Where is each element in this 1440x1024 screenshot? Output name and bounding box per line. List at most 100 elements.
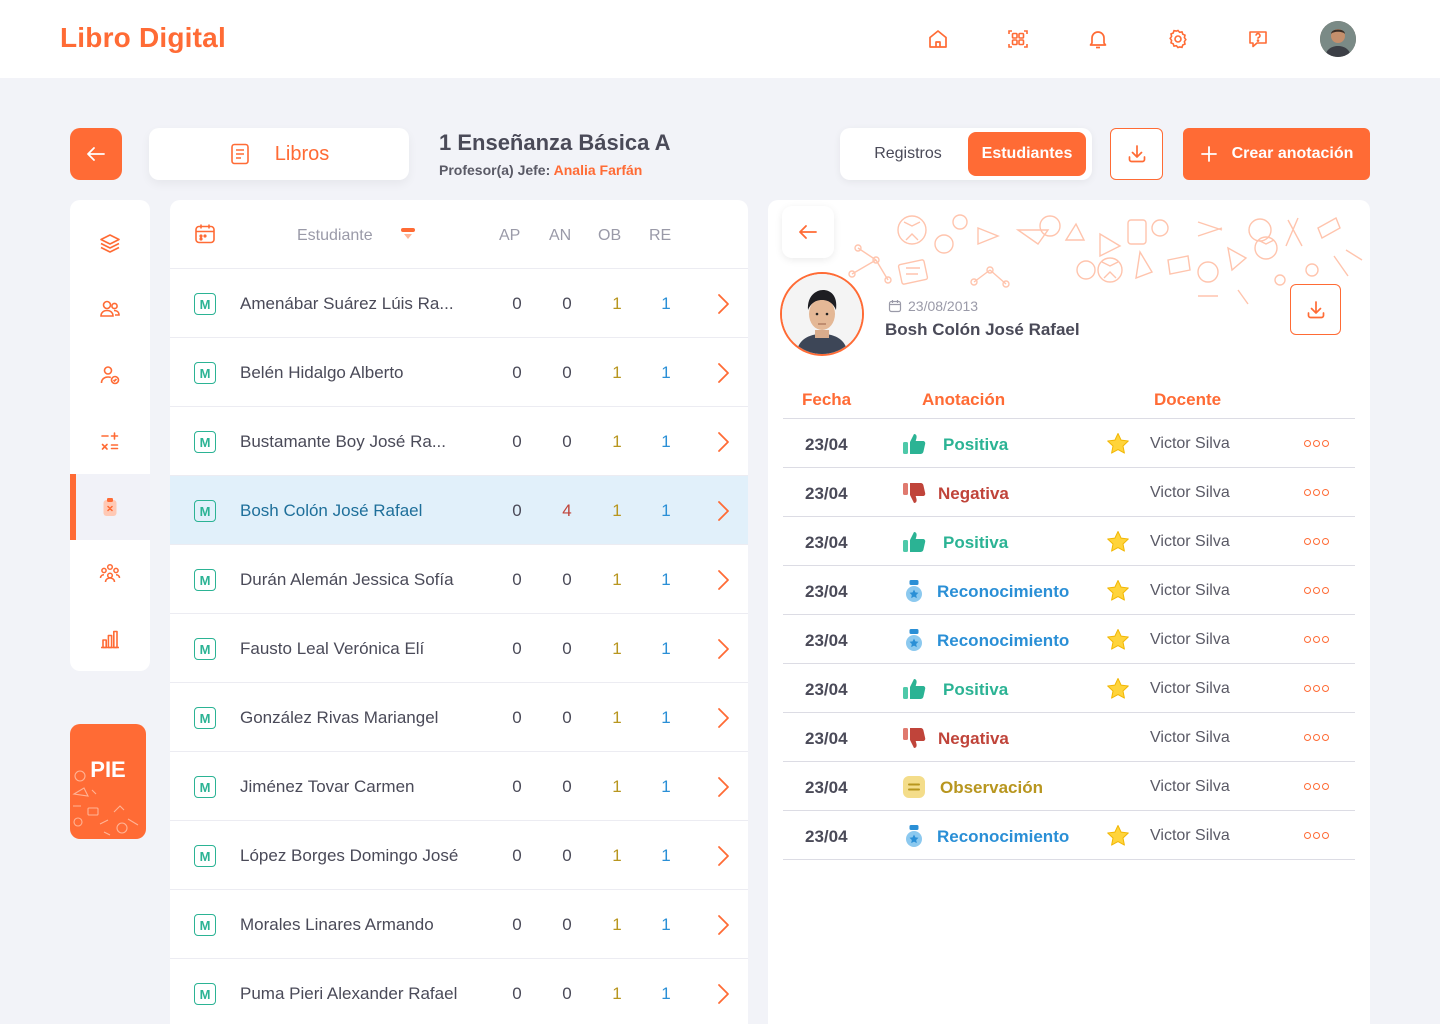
- more-options-icon[interactable]: [1304, 584, 1330, 596]
- annotation-date: 23/04: [805, 582, 848, 601]
- brand-logo[interactable]: Libro Digital: [60, 22, 226, 54]
- chevron-right-icon[interactable]: [716, 707, 730, 734]
- birth-date: 23/08/2013: [888, 298, 978, 314]
- birth-date-value: 23/08/2013: [908, 298, 979, 314]
- chevron-right-icon[interactable]: [716, 362, 730, 389]
- chevron-right-icon[interactable]: [716, 638, 730, 665]
- star-icon[interactable]: [1105, 529, 1131, 560]
- sort-icon[interactable]: [400, 226, 416, 247]
- chevron-right-icon[interactable]: [716, 431, 730, 458]
- star-icon[interactable]: [1105, 676, 1131, 707]
- sidebar-item-calculator[interactable]: [70, 408, 150, 474]
- more-options-icon[interactable]: [1304, 486, 1330, 498]
- chevron-right-icon[interactable]: [716, 500, 730, 527]
- count-ap: 0: [512, 639, 522, 658]
- column-teacher: Docente: [1154, 390, 1222, 409]
- pie-card[interactable]: PIE: [70, 724, 146, 839]
- tab-estudiantes[interactable]: Estudiantes: [968, 132, 1086, 176]
- head-teacher-name: Analia Farfán: [553, 162, 643, 178]
- qr-scan-icon[interactable]: [1003, 24, 1033, 54]
- student-row[interactable]: M Amenábar Suárez Lúis Ra... 0 0 1 1: [170, 269, 748, 338]
- more-options-icon[interactable]: [1304, 731, 1330, 743]
- star-icon[interactable]: [1105, 431, 1131, 462]
- sidebar: [70, 200, 150, 671]
- count-re: 1: [661, 639, 671, 658]
- student-row[interactable]: M Jiménez Tovar Carmen 0 0 1 1: [170, 752, 748, 821]
- gear-icon[interactable]: [1163, 24, 1193, 54]
- count-an: 0: [562, 777, 572, 796]
- count-ob: 1: [612, 294, 622, 313]
- back-button[interactable]: [70, 128, 122, 180]
- home-icon[interactable]: [923, 24, 953, 54]
- sidebar-item-bar-chart[interactable]: [70, 606, 150, 671]
- chevron-right-icon[interactable]: [716, 845, 730, 872]
- student-row[interactable]: M Durán Alemán Jessica Sofía 0 0 1 1: [170, 545, 748, 614]
- annotation-row[interactable]: 23/04 Negativa Victor Silva: [783, 468, 1355, 517]
- more-options-icon[interactable]: [1304, 780, 1330, 792]
- bell-icon[interactable]: [1083, 24, 1113, 54]
- student-row[interactable]: M López Borges Domingo José 0 0 1 1: [170, 821, 748, 890]
- more-options-icon[interactable]: [1304, 535, 1330, 547]
- top-bar: Libro Digital: [0, 0, 1440, 78]
- star-icon[interactable]: [1105, 627, 1131, 658]
- thumbs-down-icon: [901, 725, 927, 751]
- student-row[interactable]: M Belén Hidalgo Alberto 0 0 1 1: [170, 338, 748, 407]
- student-row[interactable]: M Bosh Colón José Rafael 0 4 1 1: [170, 476, 748, 545]
- more-options-icon[interactable]: [1304, 682, 1330, 694]
- column-student[interactable]: Estudiante: [297, 227, 373, 245]
- student-row[interactable]: M Bustamante Boy José Ra... 0 0 1 1: [170, 407, 748, 476]
- pie-label: PIE: [90, 757, 126, 782]
- student-row[interactable]: M Puma Pieri Alexander Rafael 0 0 1 1: [170, 959, 748, 1024]
- annotation-row[interactable]: 23/04 Reconocimiento Victor Silva: [783, 811, 1355, 860]
- student-name: Belén Hidalgo Alberto: [240, 363, 404, 382]
- student-row[interactable]: M Morales Linares Armando 0 0 1 1: [170, 890, 748, 959]
- annotation-row[interactable]: 23/04 Reconocimiento Victor Silva: [783, 615, 1355, 664]
- student-row[interactable]: M Fausto Leal Verónica Elí 0 0 1 1: [170, 614, 748, 683]
- help-chat-icon[interactable]: [1243, 24, 1273, 54]
- sidebar-item-user-check[interactable]: [70, 342, 150, 408]
- annotation-row[interactable]: 23/04 Reconocimiento Victor Silva: [783, 566, 1355, 615]
- gender-badge: M: [194, 914, 216, 936]
- count-re: 1: [661, 984, 671, 1003]
- chevron-right-icon[interactable]: [716, 293, 730, 320]
- calendar-icon: [888, 300, 902, 313]
- user-avatar[interactable]: [1320, 21, 1356, 57]
- detail-back-button[interactable]: [782, 206, 834, 258]
- calendar-icon[interactable]: [193, 222, 217, 251]
- more-options-icon[interactable]: [1304, 437, 1330, 449]
- sidebar-item-group[interactable]: [70, 540, 150, 606]
- column-ap: AP: [499, 227, 521, 244]
- annotation-row[interactable]: 23/04 Positiva Victor Silva: [783, 419, 1355, 468]
- tab-registros[interactable]: Registros: [848, 132, 968, 176]
- annotation-type: Reconocimiento: [937, 827, 1070, 846]
- annotation-row[interactable]: 23/04 Positiva Victor Silva: [783, 517, 1355, 566]
- chevron-right-icon[interactable]: [716, 569, 730, 596]
- annotation-type: Positiva: [943, 680, 1009, 699]
- annotation-teacher: Victor Silva: [1150, 778, 1230, 795]
- star-icon[interactable]: [1105, 823, 1131, 854]
- annotation-row[interactable]: 23/04 Negativa Victor Silva: [783, 713, 1355, 762]
- sidebar-item-layers[interactable]: [70, 210, 150, 276]
- sidebar-item-clipboard[interactable]: [70, 474, 150, 540]
- student-name: Durán Alemán Jessica Sofía: [240, 570, 454, 589]
- more-options-icon[interactable]: [1304, 829, 1330, 841]
- chevron-right-icon[interactable]: [716, 914, 730, 941]
- student-download-button[interactable]: [1290, 284, 1341, 335]
- star-icon[interactable]: [1105, 578, 1131, 609]
- thumbs-up-icon: [901, 529, 927, 555]
- annotation-date: 23/04: [805, 827, 848, 846]
- annotation-row[interactable]: 23/04 Positiva Victor Silva: [783, 664, 1355, 713]
- student-detail-panel: 23/08/2013 Bosh Colón José Rafael Fecha …: [768, 200, 1370, 1024]
- student-row[interactable]: M González Rivas Mariangel 0 0 1 1: [170, 683, 748, 752]
- annotation-type: Positiva: [943, 533, 1009, 552]
- download-button[interactable]: [1110, 128, 1163, 180]
- count-an: 0: [562, 984, 572, 1003]
- libros-button[interactable]: Libros: [149, 128, 409, 180]
- chevron-right-icon[interactable]: [716, 776, 730, 803]
- sidebar-item-users[interactable]: [70, 276, 150, 342]
- gender-badge: M: [194, 845, 216, 867]
- create-annotation-button[interactable]: Crear anotación: [1183, 128, 1370, 180]
- more-options-icon[interactable]: [1304, 633, 1330, 645]
- annotation-row[interactable]: 23/04 Observación Victor Silva: [783, 762, 1355, 811]
- chevron-right-icon[interactable]: [716, 983, 730, 1010]
